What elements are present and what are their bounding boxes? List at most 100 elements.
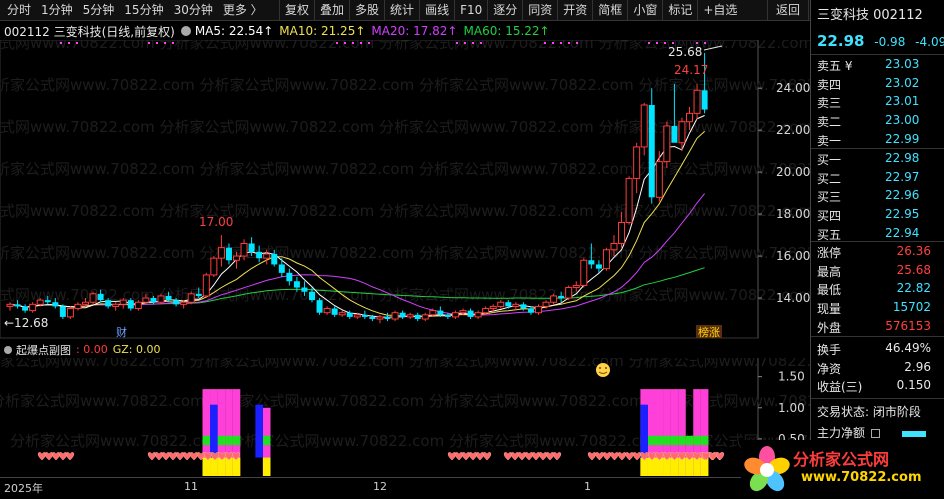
candle-body xyxy=(505,302,512,307)
tab-30min[interactable]: 30分钟 xyxy=(169,0,218,21)
candle xyxy=(602,247,610,271)
candle-body xyxy=(376,316,384,320)
candle-body xyxy=(572,284,580,289)
dropdown-icon[interactable] xyxy=(870,429,880,438)
simple-frame-button[interactable]: 简框 xyxy=(592,0,627,21)
candle-body xyxy=(225,247,232,261)
panel-stock-title: 三变科技 002112 xyxy=(817,8,923,23)
f10-button[interactable]: F10 xyxy=(454,0,487,21)
row-value: 23.01 xyxy=(885,94,920,109)
asks-row[interactable]: 卖二 23.00 xyxy=(811,111,944,130)
candle-body xyxy=(444,314,451,317)
stats1-row[interactable]: 外盘 576153 xyxy=(811,317,944,336)
asks-row[interactable]: 卖四 23.02 xyxy=(811,74,944,93)
candle xyxy=(467,308,474,320)
signal-dot xyxy=(164,42,166,44)
signal-dot xyxy=(472,42,474,44)
bids-row[interactable]: 买二 22.97 xyxy=(811,168,944,187)
heart-marker xyxy=(475,452,485,461)
row-label: 最高 xyxy=(817,264,842,279)
back-button[interactable]: 返回 xyxy=(767,0,809,21)
bids-row[interactable]: 买四 22.95 xyxy=(811,205,944,224)
tab-more[interactable]: 更多 〉 xyxy=(218,0,268,21)
candle-body xyxy=(59,306,66,317)
add-watchlist-button[interactable]: +自选 xyxy=(697,0,742,21)
asks-row[interactable]: 卖五 ¥ 23.03 xyxy=(811,55,944,74)
signal-bar-green xyxy=(670,435,679,446)
candle-body xyxy=(361,314,368,317)
small-window-button[interactable]: 小窗 xyxy=(627,0,662,21)
open-asset-button[interactable]: 开资 xyxy=(557,0,592,21)
signal-bar-yellow xyxy=(232,457,241,476)
asks-row[interactable]: 卖一 22.99 xyxy=(811,130,944,149)
stats2-row[interactable]: 换手 46.49% xyxy=(811,339,944,358)
stats1-row[interactable]: 最低 22.82 xyxy=(811,279,944,298)
date-11: 11 xyxy=(184,480,198,493)
multi-stock-button[interactable]: 多股 xyxy=(349,0,384,21)
candle xyxy=(391,310,399,322)
candle-body xyxy=(633,146,641,179)
bids-row[interactable]: 买一 22.98 xyxy=(811,149,944,168)
adjust-button[interactable]: 复权 xyxy=(279,0,314,21)
toolbar: 分时 1分钟 5分钟 15分钟 30分钟 更多 〉 复权 叠加 多股 统计 画线… xyxy=(0,0,944,21)
site-logo: 分析家公式网 www.70822.com xyxy=(741,440,944,499)
ma10-label: MA10: 21.25↑ xyxy=(279,24,366,38)
tab-1min[interactable]: 1分钟 xyxy=(36,0,78,21)
stats1-row[interactable]: 最高 25.68 xyxy=(811,261,944,280)
signal-dot xyxy=(456,42,458,44)
stats1-row[interactable]: 现量 15702 xyxy=(811,298,944,317)
candle-body xyxy=(22,306,29,311)
tab-5min[interactable]: 5分钟 xyxy=(78,0,120,21)
candle xyxy=(625,176,633,225)
stats2-row[interactable]: 净资 2.96 xyxy=(811,358,944,377)
candle xyxy=(414,312,421,322)
candle-body xyxy=(610,242,618,251)
candle-body xyxy=(301,287,308,292)
bids-row[interactable]: 买三 22.96 xyxy=(811,186,944,205)
candle-body xyxy=(369,316,376,320)
draw-line-button[interactable]: 画线 xyxy=(419,0,454,21)
logo-url: www.70822.com xyxy=(801,470,922,485)
asks-row[interactable]: 卖三 23.01 xyxy=(811,92,944,111)
candle-body xyxy=(648,104,655,198)
stats2-row[interactable]: 收益(三) 0.150 xyxy=(811,376,944,395)
statistics-button[interactable]: 统计 xyxy=(384,0,419,21)
candle-body xyxy=(263,253,271,259)
watermark-text: 分析家公式网www.70822.com 分析家公式网www.70822.com … xyxy=(0,358,810,370)
low-price-label: ←12.68 xyxy=(4,316,48,330)
signal-bar-blue xyxy=(255,404,263,458)
sub-eye-icon[interactable] xyxy=(4,345,12,354)
candle xyxy=(580,258,588,288)
same-asset-button[interactable]: 同资 xyxy=(522,0,557,21)
watermark-text: 分析家公式网www.70822.com 分析家公式网www.70822.com … xyxy=(0,76,810,94)
price-tick-label: 14.00 xyxy=(776,291,810,305)
candle-body xyxy=(74,303,82,310)
ma60-label: MA60: 15.22↑ xyxy=(463,24,550,38)
candle xyxy=(565,285,573,301)
candle-body xyxy=(286,272,293,282)
signal-dot xyxy=(360,42,362,44)
current-price: 22.98 xyxy=(817,32,865,50)
mark-button[interactable]: 标记 xyxy=(662,0,697,21)
signal-bar-blue xyxy=(640,404,648,458)
eye-icon[interactable] xyxy=(180,26,191,36)
candle xyxy=(89,291,97,305)
candle-body xyxy=(678,121,686,144)
candle-body xyxy=(542,301,550,307)
overlay-button[interactable]: 叠加 xyxy=(314,0,349,21)
heart-marker xyxy=(538,452,548,461)
stats1-row[interactable]: 涨停 26.36 xyxy=(811,242,944,261)
candlestick-chart[interactable]: 分析家公式网www.70822.com 分析家公式网www.70822.com … xyxy=(0,40,810,340)
tick-button[interactable]: 逐分 xyxy=(487,0,522,21)
row-value: 22.97 xyxy=(885,169,920,184)
sub-indicator-chart[interactable]: 分析家公式网www.70822.com 分析家公式网www.70822.com … xyxy=(0,358,810,477)
row-label: 买一 xyxy=(817,153,842,167)
signal-dot xyxy=(656,42,658,44)
candle-body xyxy=(338,312,346,316)
candle-body xyxy=(451,312,459,318)
tab-intraday[interactable]: 分时 xyxy=(2,0,36,21)
bids-row[interactable]: 买五 22.94 xyxy=(811,224,944,243)
signal-bar-green xyxy=(663,435,671,446)
candle-body xyxy=(701,90,708,110)
tab-15min[interactable]: 15分钟 xyxy=(119,0,168,21)
